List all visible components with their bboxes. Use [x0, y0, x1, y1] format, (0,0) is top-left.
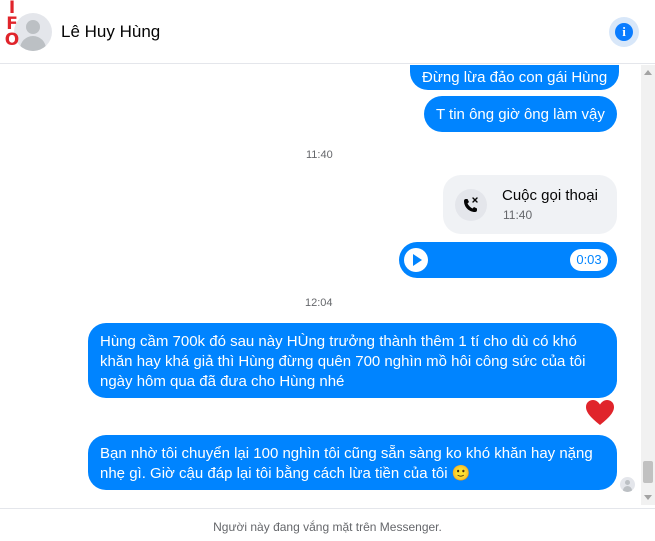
- play-icon: [413, 254, 422, 266]
- scroll-down-icon[interactable]: [644, 495, 652, 500]
- message-bubble[interactable]: Đừng lừa đảo con gái Hùng: [410, 65, 620, 90]
- message-list: Đừng lừa đảo con gái Hùng T tin ông giờ …: [0, 65, 640, 505]
- watermark-logo: IFO: [4, 0, 20, 50]
- scroll-up-icon[interactable]: [644, 70, 652, 75]
- message-text: Bạn nhờ tôi chuyển lại 100 nghìn tôi cũn…: [100, 445, 593, 482]
- info-button[interactable]: i: [609, 17, 639, 47]
- timestamp: 12:04: [305, 297, 333, 309]
- presence-status: Người này đang vắng mặt trên Messenger.: [0, 508, 655, 541]
- audio-duration: 0:03: [570, 249, 608, 271]
- scrollbar-thumb[interactable]: [643, 461, 653, 483]
- heart-reaction-icon[interactable]: [585, 398, 615, 428]
- missed-call-icon: [455, 189, 487, 221]
- timestamp: 11:40: [306, 149, 333, 161]
- contact-name[interactable]: Lê Huy Hùng: [61, 22, 160, 42]
- smile-emoji-icon: 🙂: [451, 465, 471, 482]
- message-bubble[interactable]: T tin ông giờ ông làm vậy: [424, 96, 617, 132]
- chat-header: IFO Lê Huy Hùng i: [0, 0, 655, 64]
- message-bubble[interactable]: Bạn nhờ tôi chuyển lại 100 nghìn tôi cũn…: [88, 435, 617, 490]
- scrollbar[interactable]: [641, 65, 655, 505]
- call-card[interactable]: Cuộc gọi thoại 11:40: [443, 175, 617, 234]
- call-time: 11:40: [503, 208, 533, 222]
- play-button[interactable]: [404, 248, 428, 272]
- message-bubble[interactable]: Hùng cầm 700k đó sau này HÙng trưởng thà…: [88, 323, 617, 398]
- seen-avatar-icon: [620, 477, 635, 492]
- audio-message[interactable]: 0:03: [399, 242, 617, 278]
- info-icon: i: [615, 23, 633, 41]
- call-title: Cuộc gọi thoại: [502, 187, 598, 204]
